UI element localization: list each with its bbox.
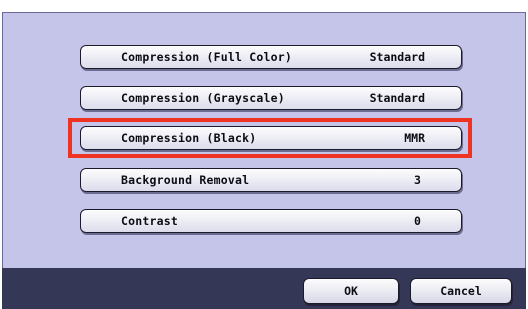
setting-label: Background Removal <box>121 173 250 187</box>
ok-button[interactable]: OK <box>303 278 399 304</box>
compression-full-color-button[interactable]: Compression (Full Color) Standard <box>80 45 462 69</box>
cancel-button[interactable]: Cancel <box>410 278 512 304</box>
setting-value: Standard <box>369 50 425 64</box>
selection-highlight <box>68 118 472 158</box>
ok-button-label: OK <box>344 284 358 298</box>
setting-label: Compression (Grayscale) <box>121 91 285 105</box>
setting-label: Compression (Full Color) <box>121 50 292 64</box>
setting-value: 3 <box>414 173 421 187</box>
cancel-button-label: Cancel <box>440 284 482 298</box>
setting-value: Standard <box>369 91 425 105</box>
setting-label: Contrast <box>121 214 178 228</box>
contrast-button[interactable]: Contrast 0 <box>80 209 462 233</box>
compression-grayscale-button[interactable]: Compression (Grayscale) Standard <box>80 86 462 110</box>
background-removal-button[interactable]: Background Removal 3 <box>80 168 462 192</box>
setting-value: 0 <box>414 214 421 228</box>
